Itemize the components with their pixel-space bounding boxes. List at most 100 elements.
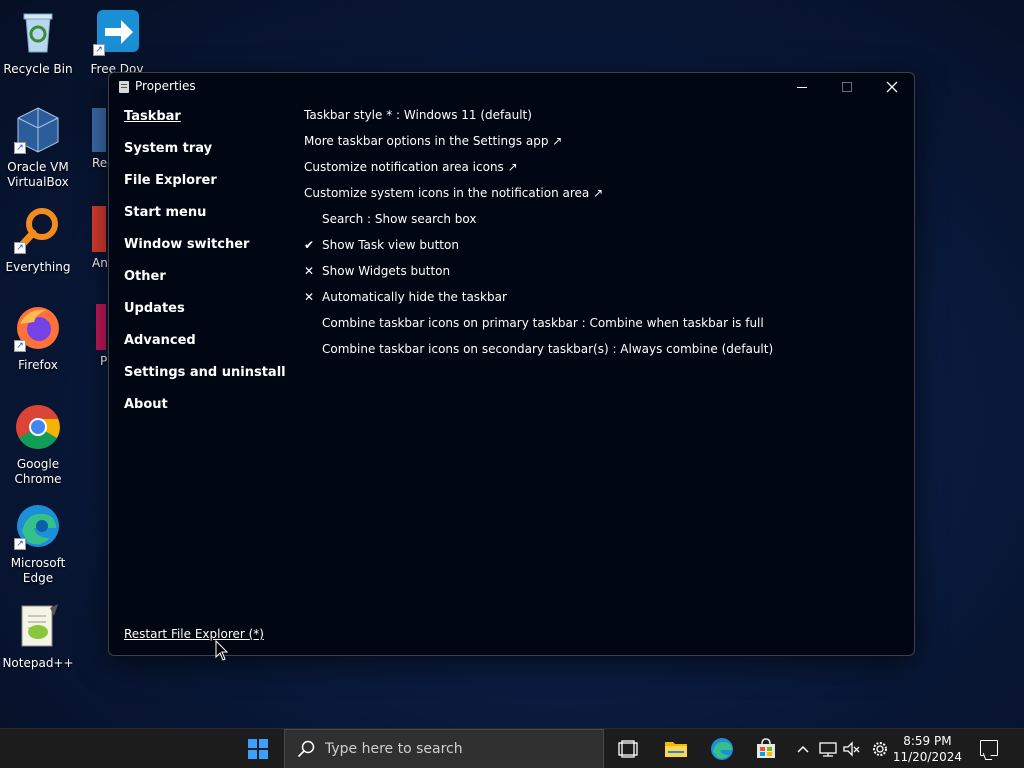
desktop-icon-label: Microsoft Edge xyxy=(10,556,66,585)
free-download-manager-icon: ↗ xyxy=(93,8,141,56)
nav-item-advanced[interactable]: Advanced xyxy=(124,333,286,365)
taskbar: Type here to search 8:59 PM 11/20/2024 xyxy=(0,728,1024,768)
nav-item-label: Start menu xyxy=(124,205,207,220)
close-button[interactable] xyxy=(869,73,914,101)
clock-date: 11/20/2024 xyxy=(892,750,962,764)
minimize-icon xyxy=(796,86,807,88)
setting-task-view[interactable]: ✔ Show Task view button xyxy=(304,237,773,263)
setting-label: Show Task view button xyxy=(322,238,459,252)
nav-item-label: Other xyxy=(124,269,166,284)
mouse-cursor-icon xyxy=(215,640,229,661)
nav-item-label: Taskbar xyxy=(124,109,181,124)
desktop-icon-recycle-bin[interactable]: Recycle Bin xyxy=(0,8,76,77)
desktop-icon-label: P xyxy=(100,354,108,368)
desktop-icon-firefox[interactable]: ↗ Firefox xyxy=(0,304,76,373)
cross-icon: ✕ xyxy=(304,290,315,304)
shortcut-arrow-icon: ↗ xyxy=(14,538,26,550)
start-button[interactable] xyxy=(248,739,268,759)
link-notification-icons[interactable]: Customize notification area icons ↗ xyxy=(304,159,773,185)
setting-widgets[interactable]: ✕ Show Widgets button xyxy=(304,263,773,289)
nav-item-settings-uninstall[interactable]: Settings and uninstall xyxy=(124,365,286,397)
desktop-icon-label: Notepad++ xyxy=(2,656,74,670)
setting-label: Customize system icons in the notificati… xyxy=(304,186,604,200)
edge-icon: ↗ xyxy=(14,502,62,550)
desktop-icon-label: Everything xyxy=(5,260,71,274)
network-icon[interactable] xyxy=(818,737,838,761)
nav-item-updates[interactable]: Updates xyxy=(124,301,286,333)
title-bar[interactable]: Properties xyxy=(109,73,914,101)
task-view-icon[interactable] xyxy=(616,737,640,761)
desktop-icon-label: Recycle Bin xyxy=(3,62,73,76)
desktop-icon-virtualbox[interactable]: ↗ Oracle VM VirtualBox xyxy=(0,106,76,190)
notification-icon[interactable] xyxy=(980,740,998,756)
setting-label: Combine taskbar icons on primary taskbar… xyxy=(322,316,764,330)
setting-search[interactable]: Search : Show search box xyxy=(304,211,773,237)
nav-item-window-switcher[interactable]: Window switcher xyxy=(124,237,286,269)
file-explorer-icon[interactable] xyxy=(664,737,688,761)
cross-icon: ✕ xyxy=(304,264,315,278)
chevron-up-icon[interactable] xyxy=(795,737,811,761)
recorder-icon xyxy=(92,108,106,152)
edge-icon[interactable] xyxy=(710,737,734,761)
desktop-icon-partial-an[interactable]: An xyxy=(92,206,108,270)
app-icon xyxy=(96,304,106,350)
nav-item-system-tray[interactable]: System tray xyxy=(124,141,286,173)
setting-combine-primary[interactable]: Combine taskbar icons on primary taskbar… xyxy=(304,315,773,341)
taskbar-search-box[interactable]: Type here to search xyxy=(284,729,604,768)
everything-search-icon: ↗ xyxy=(14,206,62,254)
search-placeholder: Type here to search xyxy=(325,741,463,757)
desktop-icon-label: Oracle VM VirtualBox xyxy=(7,160,69,189)
checkmark-icon: ✔ xyxy=(304,238,315,252)
nav-item-file-explorer[interactable]: File Explorer xyxy=(124,173,286,205)
link-settings-app[interactable]: More taskbar options in the Settings app… xyxy=(304,133,773,159)
desktop-icon-notepadpp[interactable]: Notepad++ xyxy=(0,602,76,671)
restart-explorer-link[interactable]: Restart File Explorer (*) xyxy=(124,627,264,641)
recycle-bin-icon xyxy=(14,8,62,56)
store-icon[interactable] xyxy=(754,737,778,761)
settings-gear-icon[interactable] xyxy=(870,737,890,761)
taskbar-clock[interactable]: 8:59 PM 11/20/2024 xyxy=(893,733,962,765)
nav-item-label: Window switcher xyxy=(124,237,250,252)
desktop-icon-label: Firefox xyxy=(18,358,58,372)
chrome-icon xyxy=(14,403,62,451)
notepadpp-icon xyxy=(14,602,62,650)
setting-label: Automatically hide the taskbar xyxy=(322,290,507,304)
desktop-icon-partial-p[interactable]: P xyxy=(96,304,107,368)
nav-item-start-menu[interactable]: Start menu xyxy=(124,205,286,237)
desktop-icon-chrome[interactable]: Google Chrome xyxy=(0,403,76,487)
desktop-icon-free-download[interactable]: ↗ Free Dov xyxy=(79,8,155,77)
setting-label: Taskbar style * : Windows 11 (default) xyxy=(304,108,532,122)
nav-item-label: File Explorer xyxy=(124,173,217,188)
setting-taskbar-style[interactable]: Taskbar style * : Windows 11 (default) xyxy=(304,107,773,133)
setting-label: Combine taskbar icons on secondary taskb… xyxy=(322,342,774,356)
start-icon-tile xyxy=(259,750,268,759)
minimize-button[interactable] xyxy=(779,73,824,101)
shortcut-arrow-icon: ↗ xyxy=(14,242,26,254)
nav-item-label: About xyxy=(124,397,168,412)
virtualbox-icon: ↗ xyxy=(14,106,62,154)
desktop-icon-everything[interactable]: ↗ Everything xyxy=(0,206,76,275)
nav-item-about[interactable]: About xyxy=(124,397,286,429)
start-icon xyxy=(248,739,257,748)
nav-item-other[interactable]: Other xyxy=(124,269,286,301)
search-icon xyxy=(297,740,315,758)
link-system-icons[interactable]: Customize system icons in the notificati… xyxy=(304,185,773,211)
setting-label: More taskbar options in the Settings app… xyxy=(304,134,563,148)
app-icon xyxy=(119,81,129,93)
setting-autohide[interactable]: ✕ Automatically hide the taskbar xyxy=(304,289,773,315)
maximize-icon xyxy=(841,82,852,92)
nav-item-taskbar[interactable]: Taskbar xyxy=(124,109,286,141)
setting-label: Customize notification area icons ↗ xyxy=(304,160,518,174)
nav-item-label: Advanced xyxy=(124,333,196,348)
firefox-icon: ↗ xyxy=(14,304,62,352)
start-icon-tile xyxy=(259,739,268,748)
app-icon xyxy=(92,206,106,252)
volume-muted-icon[interactable] xyxy=(842,737,862,761)
close-icon xyxy=(886,81,897,93)
maximize-button[interactable] xyxy=(824,73,869,101)
setting-label: Show Widgets button xyxy=(322,264,451,278)
nav-item-label: Settings and uninstall xyxy=(124,365,286,380)
setting-combine-secondary[interactable]: Combine taskbar icons on secondary taskb… xyxy=(304,341,773,367)
desktop-icon-edge[interactable]: ↗ Microsoft Edge xyxy=(0,502,76,586)
clock-time: 8:59 PM xyxy=(903,734,952,748)
